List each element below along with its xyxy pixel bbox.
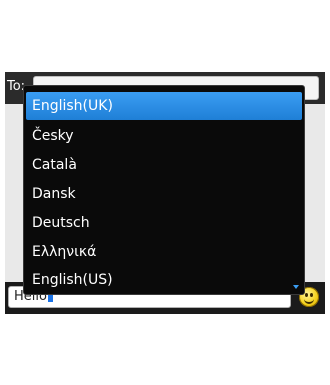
language-option[interactable]: English(UK) xyxy=(26,92,302,120)
language-option[interactable]: Ελληνικά xyxy=(26,238,302,266)
language-option[interactable]: English(US) xyxy=(26,266,302,294)
language-option[interactable]: Česky xyxy=(26,122,302,150)
language-option[interactable]: Català xyxy=(26,151,302,179)
chevron-down-icon[interactable] xyxy=(293,285,299,289)
language-option[interactable]: Dansk xyxy=(26,180,302,208)
language-option[interactable]: Deutsch xyxy=(26,209,302,237)
device-screen: To: Hello English(UK) Česky Català Dansk… xyxy=(5,72,325,314)
smiley-mouth xyxy=(304,297,314,304)
language-menu: English(UK) Česky Català Dansk Deutsch Ε… xyxy=(23,85,305,295)
